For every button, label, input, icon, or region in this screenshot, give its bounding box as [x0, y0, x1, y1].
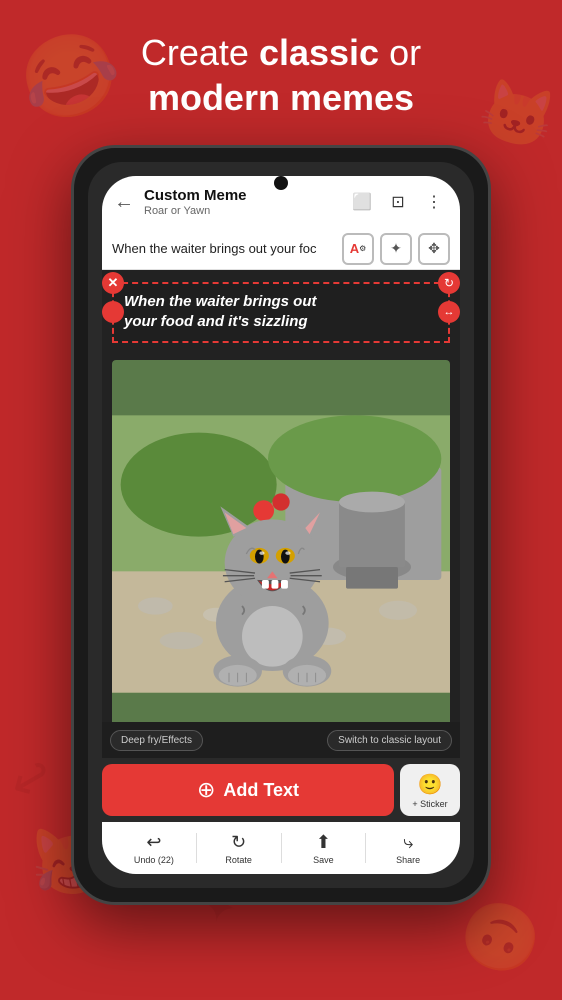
rotate-icon: ↻ [231, 832, 246, 853]
share-icon: ⤷ [403, 832, 413, 853]
bottom-nav: ↩ Undo (22) ↻ Rotate ⬆ Save ⤷ Share [102, 822, 460, 874]
text-input-bar: When the waiter brings out your foc A ⚙ … [102, 228, 460, 270]
layout-icon[interactable]: ⬜ [348, 188, 376, 216]
app-bar-subtitle: Roar or Yawn [144, 205, 348, 217]
right-handle[interactable]: ↔ [438, 301, 460, 323]
canvas-bottom-bar: Deep fry/Effects Switch to classic layou… [102, 722, 460, 758]
hero-line1: Create classic or [0, 30, 562, 75]
sticker-label: + Sticker [412, 799, 447, 809]
add-text-label: Add Text [223, 780, 299, 801]
add-text-plus-icon: ⊕ [197, 777, 215, 803]
nav-undo[interactable]: ↩ Undo (22) [112, 832, 196, 865]
phone-frame: ← Custom Meme Roar or Yawn ⬜ ⊡ ⋮ When th… [71, 145, 491, 905]
undo-label: Undo (22) [134, 855, 174, 865]
cat-image [112, 360, 450, 748]
nav-save[interactable]: ⬆ Save [282, 832, 366, 865]
phone-screen: ← Custom Meme Roar or Yawn ⬜ ⊡ ⋮ When th… [88, 162, 474, 888]
share-label: Share [396, 855, 420, 865]
save-icon: ⬆ [316, 832, 331, 853]
font-tool-button[interactable]: A ⚙ [342, 233, 374, 265]
nav-rotate[interactable]: ↻ Rotate [197, 832, 281, 865]
sticker-button[interactable]: 🙂 + Sticker [400, 764, 460, 816]
overlay-text: When the waiter brings out your food and… [124, 292, 438, 333]
hero-text: Create classic or modern memes [0, 30, 562, 120]
app-bar-title: Custom Meme [144, 187, 348, 205]
rotate-handle[interactable]: ↻ [438, 272, 460, 294]
rotate-label: Rotate [225, 855, 252, 865]
sticker-icon: 🙂 [418, 772, 443, 797]
cat-illustration [112, 360, 450, 748]
phone-notch [274, 176, 288, 190]
more-options-icon[interactable]: ⋮ [420, 188, 448, 216]
nav-share[interactable]: ⤷ Share [366, 832, 450, 865]
move-tool-button[interactable]: ✥ [418, 233, 450, 265]
switch-layout-button[interactable]: Switch to classic layout [327, 730, 452, 751]
crop-icon[interactable]: ⊡ [384, 188, 412, 216]
hero-line2: modern memes [0, 75, 562, 120]
app-bar-title-group: Custom Meme Roar or Yawn [144, 187, 348, 217]
phone-body: ← Custom Meme Roar or Yawn ⬜ ⊡ ⋮ When th… [71, 145, 491, 905]
back-button[interactable]: ← [114, 191, 134, 214]
deep-fry-button[interactable]: Deep fry/Effects [110, 730, 203, 751]
undo-icon: ↩ [146, 832, 161, 853]
canvas-area: ✕ ↻ ↔ When the waiter brings out your fo… [102, 270, 460, 758]
text-overlay[interactable]: ✕ ↻ ↔ When the waiter brings out your fo… [112, 282, 450, 343]
save-label: Save [313, 855, 334, 865]
add-text-button[interactable]: ⊕ Add Text [102, 764, 394, 816]
left-handle[interactable] [102, 301, 124, 323]
close-handle[interactable]: ✕ [102, 272, 124, 294]
app-bar-icons: ⬜ ⊡ ⋮ [348, 188, 448, 216]
meme-content[interactable]: ✕ ↻ ↔ When the waiter brings out your fo… [102, 270, 460, 758]
text-tools: A ⚙ ✦ ✥ [342, 233, 450, 265]
text-input-value[interactable]: When the waiter brings out your foc [112, 241, 342, 256]
style-tool-button[interactable]: ✦ [380, 233, 412, 265]
